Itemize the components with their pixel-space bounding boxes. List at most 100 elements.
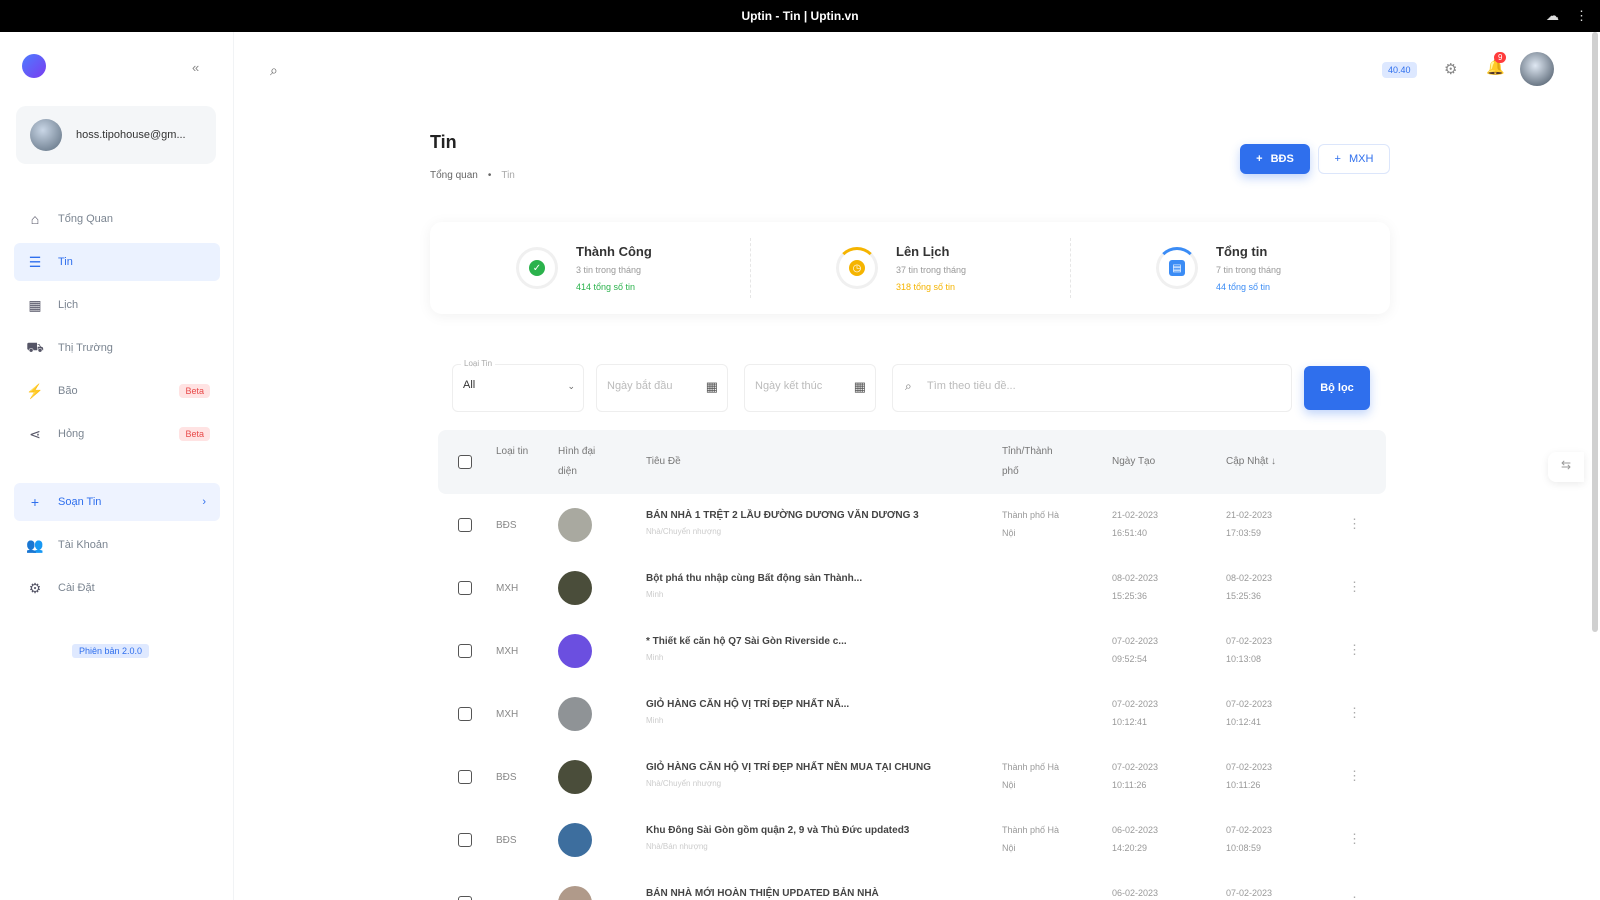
- search-icon[interactable]: ⌕: [270, 62, 278, 79]
- table-row[interactable]: MXH * Thiết kế căn hộ Q7 Sài Gòn Riversid…: [438, 620, 1386, 683]
- sidebar: « hoss.tipohouse@gm... ⌂ Tổng Quan ☰ Tin…: [0, 32, 234, 900]
- row-title[interactable]: GIỎ HÀNG CĂN HỘ VỊ TRÍ ĐẸP NHẤT NỀN MUA …: [646, 762, 986, 773]
- add-mxh-button[interactable]: + MXH: [1318, 144, 1390, 174]
- row-title[interactable]: BÁN NHÀ 1 TRỆT 2 LẦU ĐƯỜNG DƯƠNG VĂN DƯƠ…: [646, 510, 986, 521]
- row-created: 07-02-2023 09:52:54: [1112, 636, 1159, 664]
- page-scrollbar[interactable]: [1592, 32, 1598, 632]
- row-more-icon[interactable]: ⋮: [1348, 894, 1361, 900]
- filter-bar: Loại Tin All ⌄ Ngày bắt đầu ▦ Ngày kết t…: [452, 359, 1372, 412]
- credits-badge[interactable]: 40.40: [1382, 62, 1417, 78]
- row-type: MXH: [496, 583, 519, 594]
- settings-drawer-toggle[interactable]: ⇆: [1548, 452, 1584, 482]
- post-type-select[interactable]: Loại Tin All ⌄: [452, 359, 584, 412]
- beta-badge: Beta: [179, 384, 210, 398]
- col-created[interactable]: Ngày Tạo: [1112, 452, 1155, 472]
- row-title-cell[interactable]: BÁN NHÀ MỚI HOÀN THIỆN UPDATED BẢN NHÀ: [646, 888, 986, 900]
- row-title[interactable]: GIỎ HÀNG CĂN HỘ VỊ TRÍ ĐẸP NHẤT NĂ...: [646, 699, 986, 710]
- settings-icon[interactable]: ⚙: [1444, 60, 1457, 78]
- end-date-field[interactable]: Ngày kết thúc ▦: [744, 364, 876, 412]
- sidebar-item-share[interactable]: ⋖ Hỏng Beta: [14, 415, 220, 453]
- row-category: Minh: [646, 590, 664, 599]
- sidebar-item-overview[interactable]: ⌂ Tổng Quan: [14, 200, 220, 238]
- sidebar-item-market[interactable]: ⛟ Thị Trường: [14, 329, 220, 367]
- stat-title: Lên Lịch: [896, 244, 950, 259]
- more-menu-icon[interactable]: ⋮: [1575, 8, 1588, 24]
- row-title-cell[interactable]: BÁN NHÀ 1 TRỆT 2 LẦU ĐƯỜNG DƯƠNG VĂN DƯƠ…: [646, 510, 986, 536]
- table-row[interactable]: BĐS BÁN NHÀ 1 TRỆT 2 LẦU ĐƯỜNG DƯƠNG VĂN …: [438, 494, 1386, 557]
- row-updated: 21-02-2023 17:03:59: [1226, 510, 1273, 538]
- row-checkbox[interactable]: [458, 581, 472, 595]
- sidebar-item-storm[interactable]: ⚡ Bão Beta: [14, 372, 220, 410]
- table-row[interactable]: BÁN NHÀ MỚI HOÀN THIỆN UPDATED BẢN NHÀ 06…: [438, 872, 1386, 900]
- row-checkbox[interactable]: [458, 896, 472, 900]
- row-title-cell[interactable]: GIỎ HÀNG CĂN HỘ VỊ TRÍ ĐẸP NHẤT NỀN MUA …: [646, 762, 986, 788]
- start-date-field[interactable]: Ngày bắt đầu ▦: [596, 364, 728, 412]
- stat-title: Tổng tin: [1216, 244, 1268, 259]
- posts-table: Loại tin Hình đại diện Tiêu Đề Tỉnh/Thàn…: [438, 430, 1386, 900]
- row-updated: 07-02-2023 10:08:59: [1226, 825, 1273, 853]
- window-title: Uptin - Tin | Uptin.vn: [741, 9, 859, 23]
- row-category: Nhà/Chuyển nhượng: [646, 779, 722, 788]
- row-more-icon[interactable]: ⋮: [1348, 831, 1361, 847]
- stat-title: Thành Công: [576, 244, 652, 259]
- row-updated: 07-02-2023 10:13:08: [1226, 636, 1273, 664]
- breadcrumb-overview[interactable]: Tổng quan: [430, 170, 478, 181]
- row-title[interactable]: Khu Đông Sài Gòn gồm quận 2, 9 và Thủ Đứ…: [646, 825, 986, 836]
- row-updated: 07-02-2023 10:12:41: [1226, 699, 1273, 727]
- col-updated[interactable]: Cập Nhật ↓: [1226, 452, 1276, 472]
- sidebar-item-accounts[interactable]: 👥 Tài Khoản: [14, 526, 220, 564]
- table-row[interactable]: MXH GIỎ HÀNG CĂN HỘ VỊ TRÍ ĐẸP NHẤT NĂ..…: [438, 683, 1386, 746]
- page-title: Tin: [430, 132, 457, 152]
- row-checkbox[interactable]: [458, 518, 472, 532]
- title-search-input[interactable]: ⌕ Tìm theo tiêu đề...: [892, 364, 1292, 412]
- sidebar-item-settings[interactable]: ⚙ Cài Đặt: [14, 569, 220, 607]
- filter-button[interactable]: Bộ lọc: [1304, 366, 1370, 410]
- post-type-label: Loại Tin: [461, 359, 496, 368]
- plus-icon: +: [1334, 153, 1341, 165]
- row-more-icon[interactable]: ⋮: [1348, 579, 1361, 595]
- row-created: 21-02-2023 16:51:40: [1112, 510, 1159, 538]
- compose-button[interactable]: + Soạn Tin ›: [14, 483, 220, 521]
- row-more-icon[interactable]: ⋮: [1348, 516, 1361, 532]
- sidebar-item-calendar[interactable]: ▦ Lịch: [14, 286, 220, 324]
- row-checkbox[interactable]: [458, 770, 472, 784]
- row-checkbox[interactable]: [458, 644, 472, 658]
- row-checkbox[interactable]: [458, 833, 472, 847]
- row-title-cell[interactable]: Bột phá thu nhập cùng Bất động sản Thành…: [646, 573, 986, 599]
- list-icon: ☰: [28, 253, 42, 270]
- col-title[interactable]: Tiêu Đề: [646, 452, 681, 472]
- table-row[interactable]: MXH Bột phá thu nhập cùng Bất động sản Th…: [438, 557, 1386, 620]
- row-more-icon[interactable]: ⋮: [1348, 642, 1361, 658]
- calendar-icon[interactable]: ▦: [706, 379, 718, 395]
- account-card[interactable]: hoss.tipohouse@gm...: [16, 106, 216, 164]
- row-title-cell[interactable]: Khu Đông Sài Gòn gồm quận 2, 9 và Thủ Đứ…: [646, 825, 986, 851]
- col-city[interactable]: Tỉnh/Thành phố: [1002, 442, 1072, 482]
- sidebar-item-posts[interactable]: ☰ Tin: [14, 243, 220, 281]
- gear-icon: ⚙: [28, 579, 42, 596]
- row-title[interactable]: BÁN NHÀ MỚI HOÀN THIỆN UPDATED BẢN NHÀ: [646, 888, 986, 899]
- row-checkbox[interactable]: [458, 707, 472, 721]
- sidebar-item-label: Tổng Quan: [58, 213, 114, 225]
- col-type[interactable]: Loại tin: [496, 442, 530, 462]
- table-row[interactable]: BĐS Khu Đông Sài Gòn gồm quận 2, 9 và Thủ…: [438, 809, 1386, 872]
- stat-total: 44 tổng số tin: [1216, 282, 1271, 292]
- add-bds-button[interactable]: + BĐS: [1240, 144, 1310, 174]
- sidebar-item-label: Cài Đặt: [58, 582, 95, 594]
- collapse-sidebar-icon[interactable]: «: [192, 60, 199, 75]
- select-all-checkbox[interactable]: [458, 455, 472, 469]
- row-title-cell[interactable]: GIỎ HÀNG CĂN HỘ VỊ TRÍ ĐẸP NHẤT NĂ... Min…: [646, 699, 986, 725]
- row-title[interactable]: Bột phá thu nhập cùng Bất động sản Thành…: [646, 573, 986, 584]
- app-logo[interactable]: [22, 54, 46, 78]
- row-title[interactable]: * Thiết kế căn hộ Q7 Sài Gòn Riverside c…: [646, 636, 986, 647]
- calendar-icon[interactable]: ▦: [854, 379, 866, 395]
- bell-icon[interactable]: 🔔 9: [1486, 52, 1507, 76]
- row-category: Nhà/Bán nhượng: [646, 842, 708, 851]
- table-row[interactable]: BĐS GIỎ HÀNG CĂN HỘ VỊ TRÍ ĐẸP NHẤT NỀN M…: [438, 746, 1386, 809]
- user-avatar[interactable]: [1520, 52, 1554, 86]
- row-more-icon[interactable]: ⋮: [1348, 768, 1361, 784]
- row-title-cell[interactable]: * Thiết kế căn hộ Q7 Sài Gòn Riverside c…: [646, 636, 986, 662]
- row-more-icon[interactable]: ⋮: [1348, 705, 1361, 721]
- breadcrumb-separator: •: [487, 170, 492, 181]
- extension-icon[interactable]: ☁: [1546, 8, 1559, 24]
- row-type: MXH: [496, 646, 519, 657]
